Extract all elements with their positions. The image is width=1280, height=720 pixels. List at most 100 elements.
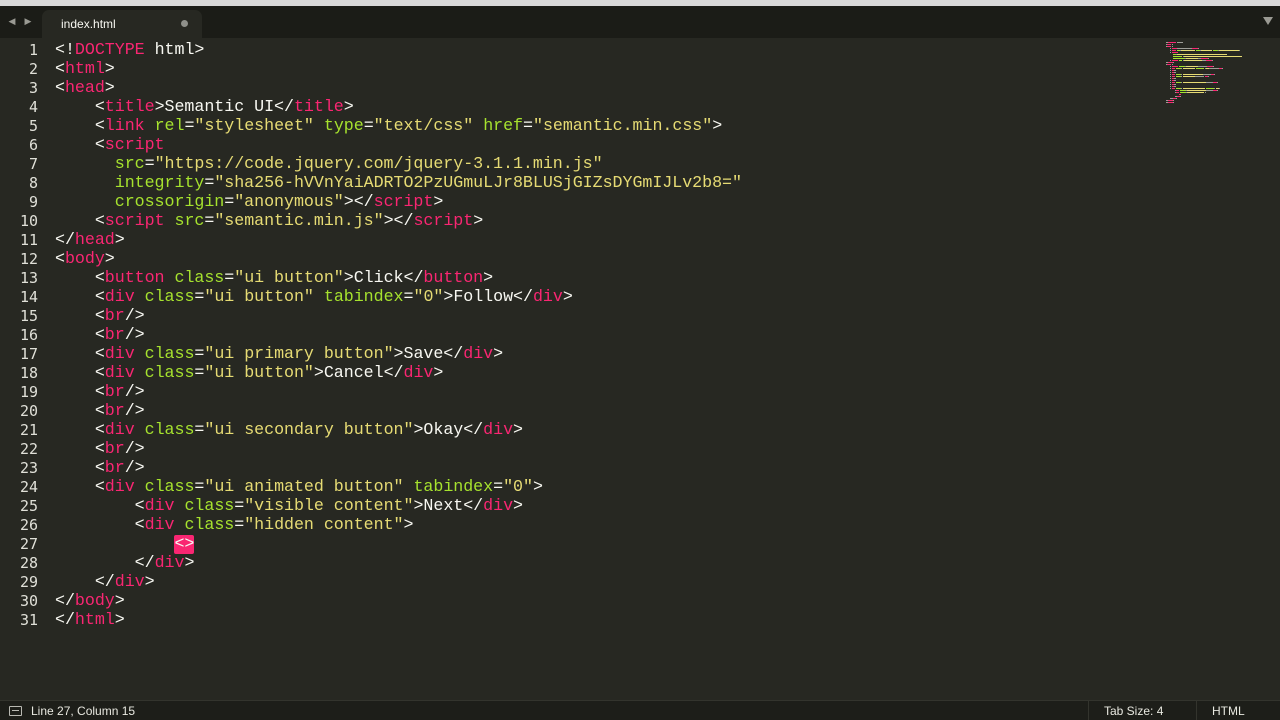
unsaved-dot-icon[interactable]	[181, 20, 188, 27]
code-token: =	[224, 193, 235, 212]
minimap-stroke	[1212, 60, 1214, 61]
code-token: div	[104, 421, 135, 440]
code-token: br	[104, 307, 125, 326]
minimap-stroke	[1197, 48, 1199, 49]
minimap-stroke	[1182, 88, 1205, 89]
code-token: tabindex	[323, 288, 404, 307]
line-number: 9	[28, 193, 38, 211]
code-token: <	[55, 79, 65, 98]
code-line[interactable]: <br/>	[55, 323, 1155, 345]
code-token: >	[562, 288, 573, 307]
code-line[interactable]: <div class="ui secondary button">Okay</d…	[55, 418, 1155, 440]
minimap-stroke	[1180, 96, 1182, 97]
code-token: <	[55, 117, 105, 136]
minimap-stroke	[1171, 74, 1175, 75]
back-arrow-icon[interactable]: ◀	[6, 15, 18, 29]
minimap-stroke	[1171, 68, 1175, 69]
code-line[interactable]: <div class="hidden content">	[55, 513, 1155, 535]
code-line[interactable]: <div class="visible content">Next</div>	[55, 494, 1155, 516]
minimap-stroke	[1205, 88, 1215, 89]
code-line[interactable]: integrity="sha256-hVVnYaiADRTO2PzUGmuLJr…	[55, 171, 1155, 193]
minimap-stroke	[1171, 66, 1179, 67]
code-token: />	[124, 402, 145, 421]
code-token: =	[144, 155, 155, 174]
code-token: "stylesheet"	[194, 117, 314, 136]
line-number: 10	[19, 212, 38, 230]
code-token: >Follow</	[443, 288, 533, 307]
code-token: =	[194, 478, 205, 497]
line-number: 16	[19, 326, 38, 344]
code-token: <	[55, 345, 105, 364]
code-token: head	[64, 79, 105, 98]
code-line[interactable]: </body>	[55, 589, 1155, 611]
minimap[interactable]	[1162, 38, 1280, 118]
tab-index-html[interactable]: index.html	[42, 10, 202, 38]
code-token: >	[493, 345, 504, 364]
code-token: class	[184, 516, 235, 535]
minimap-stroke	[1185, 66, 1198, 67]
code-line[interactable]: <button class="ui button">Click</button>	[55, 266, 1155, 288]
code-token: =	[493, 478, 504, 497]
code-line[interactable]: <title>Semantic UI</title>	[55, 95, 1155, 117]
code-token: "ui primary button"	[204, 345, 394, 364]
code-area[interactable]: <!DOCTYPE html> <html> <head> <title>Seman…	[55, 38, 1155, 630]
minimap-stroke	[1197, 66, 1207, 67]
code-token: script	[104, 136, 165, 155]
line-number: 13	[19, 269, 38, 287]
code-line[interactable]: </div>	[55, 551, 1155, 573]
tab-size-indicator[interactable]: Tab Size: 4	[1104, 704, 1163, 718]
code-line[interactable]: <br/>	[55, 399, 1155, 421]
line-number: 31	[19, 611, 38, 629]
code-line[interactable]: </div>	[55, 570, 1155, 592]
code-token: br	[104, 326, 125, 345]
code-token: >	[433, 364, 444, 383]
minimap-stroke	[1238, 50, 1240, 51]
panel-toggle-icon[interactable]	[9, 706, 22, 716]
code-token: <	[55, 440, 105, 459]
code-token: div	[144, 497, 175, 516]
code-line[interactable]: </html>	[55, 608, 1155, 630]
minimap-stroke	[1172, 62, 1174, 63]
code-line[interactable]: src="https://code.jquery.com/jquery-3.1.…	[55, 152, 1155, 174]
code-line[interactable]: <br/>	[55, 456, 1155, 478]
minimap-stroke	[1208, 68, 1219, 69]
code-line[interactable]: <div class="ui primary button">Save</div…	[55, 342, 1155, 364]
forward-arrow-icon[interactable]: ▶	[22, 15, 34, 29]
code-line[interactable]: <div class="ui button">Cancel</div>	[55, 361, 1155, 383]
code-token: class	[144, 421, 195, 440]
code-line[interactable]: <link rel="stylesheet" type="text/css" h…	[55, 114, 1155, 136]
code-token: rel	[154, 117, 185, 136]
tab-bar: ◀ ▶ index.html	[0, 6, 1280, 38]
code-line[interactable]: <div class="ui animated button" tabindex…	[55, 475, 1155, 497]
code-token: >Semantic UI</	[154, 98, 294, 117]
code-token: />	[124, 440, 145, 459]
code-token: </	[55, 573, 115, 592]
code-token: br	[104, 459, 125, 478]
code-token: "0"	[503, 478, 533, 497]
line-number: 1	[28, 41, 38, 59]
code-line[interactable]: <html>	[55, 57, 1155, 79]
code-editor[interactable]: 1 2 3 4 5 6 7 8 9 10 11 12 13 14 15 16 17 18 19 20 21 22 23 24 2…	[0, 38, 1280, 700]
tab-menu-chevron-icon[interactable]	[1263, 17, 1273, 25]
code-line[interactable]: <div class="ui button" tabindex="0">Foll…	[55, 285, 1155, 307]
code-token: div	[483, 497, 514, 516]
line-number: 4	[28, 98, 38, 116]
minimap-stroke	[1172, 102, 1174, 103]
code-line[interactable]: <!DOCTYPE html>	[55, 38, 1155, 60]
code-line[interactable]: <head>	[55, 76, 1155, 98]
code-token: >Next</	[413, 497, 484, 516]
code-token: href	[483, 117, 524, 136]
code-token: >Okay</	[413, 421, 484, 440]
minimap-stroke	[1206, 66, 1214, 67]
code-token: "anonymous"	[234, 193, 344, 212]
code-line[interactable]: <body>	[55, 247, 1155, 269]
code-token: <	[55, 402, 105, 421]
syntax-indicator[interactable]: HTML	[1212, 704, 1245, 718]
code-line[interactable]: <script src="semantic.min.js"></script>	[55, 209, 1155, 231]
